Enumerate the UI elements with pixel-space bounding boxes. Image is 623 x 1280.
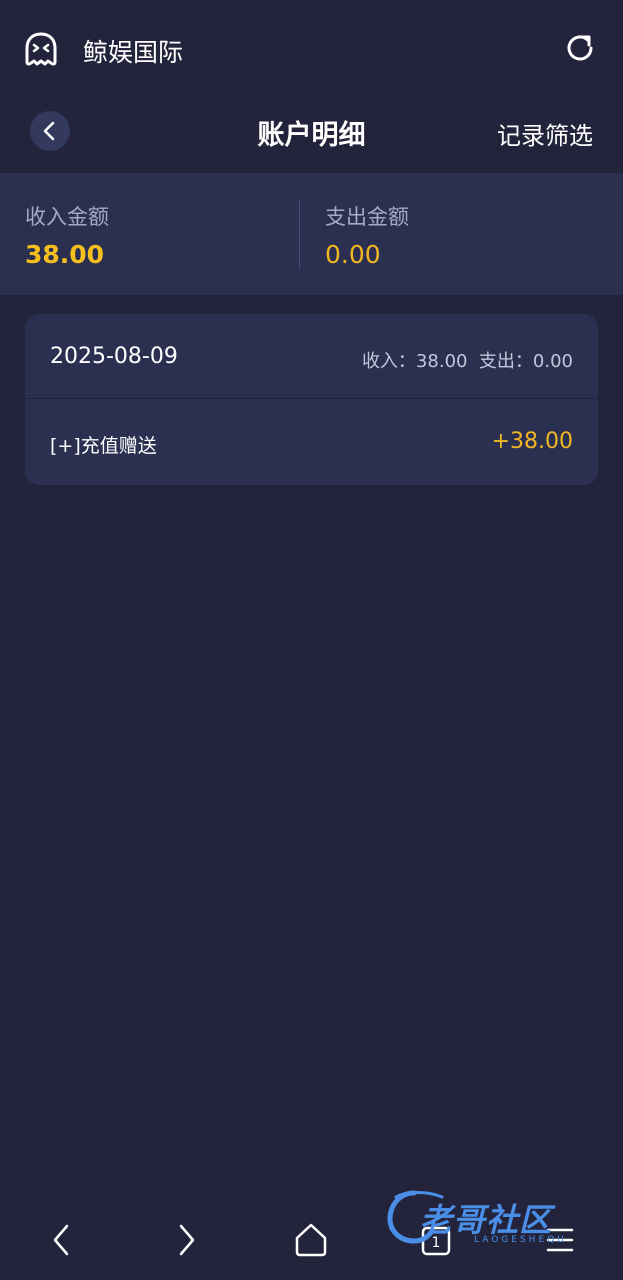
- forward-icon[interactable]: [166, 1220, 206, 1260]
- record-date-header: 2025-08-09 收入：38.00 支出：0.00: [25, 314, 598, 399]
- income-summary: 收入金额 38.00: [25, 201, 109, 269]
- watermark-logo: 老哥社区 LAOGESHEQU: [384, 1185, 612, 1255]
- record-income: 收入：38.00: [361, 351, 468, 372]
- expense-value: 0.00: [325, 240, 381, 269]
- page-header: 账户明细 记录筛选: [0, 96, 623, 172]
- record-totals: 收入：38.00 支出：0.00: [362, 347, 573, 373]
- record-item-amount: +38.00: [491, 429, 573, 454]
- browser-bar: 鲸娱国际: [0, 0, 623, 96]
- home-icon[interactable]: [291, 1220, 331, 1260]
- income-label: 收入金额: [25, 205, 109, 229]
- record-item[interactable]: [+]充值赠送 +38.00: [25, 400, 598, 485]
- expense-summary: 支出金额 0.00: [325, 201, 409, 269]
- site-title: 鲸娱国际: [83, 38, 184, 67]
- back-icon[interactable]: [42, 1220, 82, 1260]
- record-card: 2025-08-09 收入：38.00 支出：0.00 [+]充值赠送 +38.…: [25, 314, 598, 485]
- record-item-label: [+]充值赠送: [50, 435, 157, 457]
- summary-divider: [299, 199, 300, 269]
- record-date: 2025-08-09: [50, 344, 178, 369]
- refresh-icon[interactable]: [564, 32, 596, 64]
- income-value: 38.00: [25, 240, 105, 269]
- record-expense: 支出：0.00: [478, 351, 573, 372]
- ghost-icon[interactable]: [24, 31, 58, 67]
- record-filter-button[interactable]: 记录筛选: [497, 116, 593, 151]
- watermark-subtext: LAOGESHEQU: [474, 1235, 567, 1245]
- balance-summary: 收入金额 38.00 支出金额 0.00: [0, 173, 623, 295]
- expense-label: 支出金额: [325, 205, 409, 229]
